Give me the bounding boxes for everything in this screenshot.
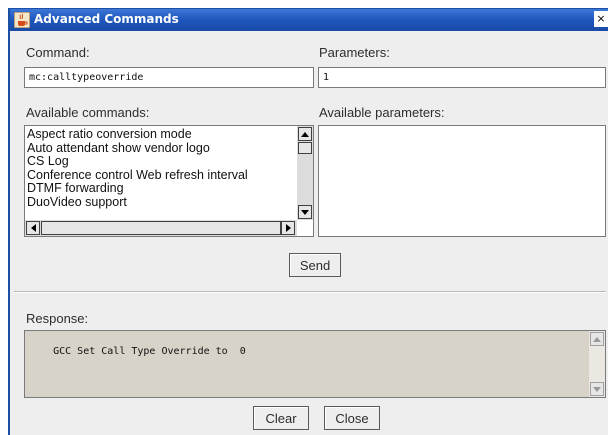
close-icon[interactable]: ×	[594, 11, 608, 27]
window-title: Advanced Commands	[34, 12, 179, 26]
horizontal-scrollbar[interactable]	[25, 220, 297, 236]
command-list-items: Aspect ratio conversion mode Auto attend…	[27, 127, 248, 210]
response-scrollbar[interactable]	[589, 331, 605, 397]
vertical-scrollbar[interactable]	[297, 126, 313, 220]
chevron-up-icon	[593, 336, 601, 342]
available-commands-label: Available commands:	[26, 105, 150, 120]
response-textarea[interactable]: GCC Set Call Type Override to 0	[24, 330, 606, 398]
scroll-thumb[interactable]	[298, 142, 312, 154]
list-item[interactable]: Conference control Web refresh interval	[27, 168, 248, 183]
response-text: GCC Set Call Type Override to 0	[53, 346, 246, 357]
scroll-right-button[interactable]	[281, 221, 295, 235]
parameters-input[interactable]: 1	[318, 67, 606, 88]
response-label: Response:	[26, 311, 89, 326]
parameters-label: Parameters:	[319, 45, 390, 60]
clear-button[interactable]: Clear	[253, 406, 309, 430]
list-item[interactable]: CS Log	[27, 154, 248, 169]
list-item[interactable]: DTMF forwarding	[27, 181, 248, 196]
advanced-commands-window: Advanced Commands × Command: mc:calltype…	[8, 8, 608, 435]
available-parameters-label: Available parameters:	[319, 105, 445, 120]
list-item[interactable]: Auto attendant show vendor logo	[27, 141, 248, 156]
response-scroll-down-button[interactable]	[590, 382, 604, 396]
send-button[interactable]: Send	[289, 253, 341, 277]
chevron-left-icon	[30, 224, 36, 232]
horizontal-scroll-thumb[interactable]	[41, 221, 281, 235]
separator	[14, 291, 606, 293]
scroll-up-button[interactable]	[298, 127, 312, 141]
available-commands-list[interactable]: Aspect ratio conversion mode Auto attend…	[24, 125, 314, 237]
chevron-down-icon	[301, 209, 309, 215]
response-scroll-up-button[interactable]	[590, 332, 604, 346]
title-bar[interactable]: Advanced Commands ×	[10, 9, 608, 31]
available-parameters-list[interactable]	[318, 125, 606, 237]
chevron-down-icon	[593, 386, 601, 392]
list-item[interactable]: DuoVideo support	[27, 195, 248, 210]
scroll-left-button[interactable]	[26, 221, 40, 235]
java-cup-icon	[14, 12, 30, 28]
close-button[interactable]: Close	[324, 406, 380, 430]
list-item[interactable]: Aspect ratio conversion mode	[27, 127, 248, 142]
scroll-down-button[interactable]	[298, 205, 312, 219]
chevron-right-icon	[285, 224, 291, 232]
command-input[interactable]: mc:calltypeoverride	[24, 67, 314, 88]
chevron-up-icon	[301, 131, 309, 137]
command-label: Command:	[26, 45, 90, 60]
